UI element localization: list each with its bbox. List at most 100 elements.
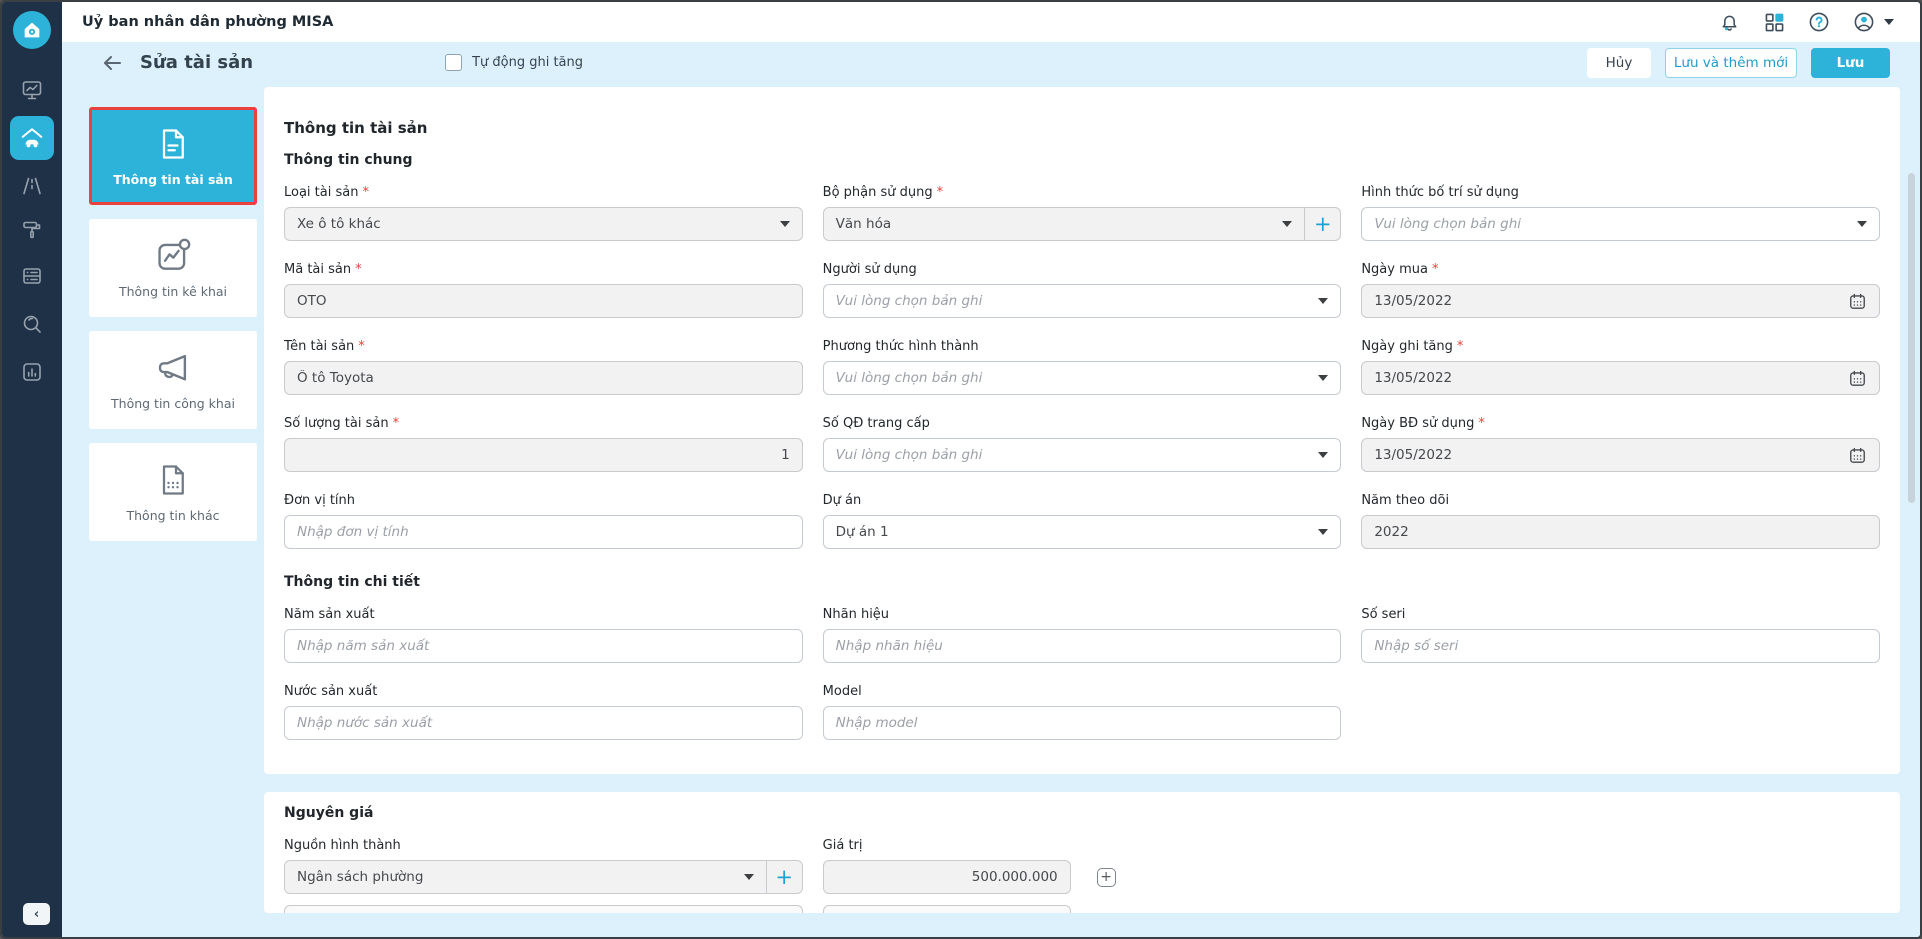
road-icon[interactable]: [20, 174, 44, 198]
chevron-down-icon: [1318, 529, 1328, 535]
field-hinh-thuc-bo-tri: Hình thức bố trí sử dụng Vui lòng chọn b…: [1361, 185, 1880, 241]
don-vi-tinh-input[interactable]: [284, 515, 803, 549]
du-an-select[interactable]: Dự án 1: [823, 515, 1342, 549]
nguoi-su-dung-select[interactable]: Vui lòng chọn bản ghi: [823, 284, 1342, 318]
content-area: Thông tin tài sản Thông tin kê khai: [62, 83, 1920, 937]
arrow-left-icon: [100, 51, 124, 75]
chevron-down-icon: [744, 874, 754, 880]
section-general-title: Thông tin chung: [284, 151, 1880, 169]
field-gia-tri: Giá trị +: [823, 838, 1880, 894]
save-button[interactable]: Lưu: [1811, 48, 1890, 78]
document-icon: [155, 125, 191, 163]
megaphone-icon: [154, 349, 192, 387]
org-name: Uỷ ban nhân dân phường MISA: [82, 14, 333, 30]
paint-roller-icon[interactable]: [20, 218, 44, 242]
so-qd-trang-cap-select[interactable]: Vui lòng chọn bản ghi: [823, 438, 1342, 472]
search-icon[interactable]: [20, 312, 44, 336]
field-ngay-bd-su-dung: Ngày BĐ sử dụng* 13/05/2022: [1361, 416, 1880, 472]
field-nguon-hinh-thanh: Nguồn hình thành Ngân sách phường +: [284, 838, 803, 894]
chevron-down-icon: [1857, 221, 1867, 227]
report-chart-icon[interactable]: [20, 360, 44, 384]
dashboard-monitor-icon[interactable]: [20, 78, 44, 102]
nguyen-gia-card: Nguyên giá Nguồn hình thành Ngân sách ph…: [264, 792, 1900, 913]
tab-thong-tin-cong-khai[interactable]: Thông tin công khai: [89, 331, 257, 429]
form-tab-rail: Thông tin tài sản Thông tin kê khai: [62, 83, 264, 937]
apps-grid-icon[interactable]: [1763, 11, 1785, 33]
field-model: Model: [823, 684, 1342, 740]
auto-increase-checkbox[interactable]: [445, 54, 462, 71]
nam-theo-doi-input[interactable]: [1361, 515, 1880, 549]
cancel-button[interactable]: Hủy: [1587, 48, 1651, 78]
so-luong-tai-san-input[interactable]: [284, 438, 803, 472]
field-ma-tai-san: Mã tài sản*: [284, 262, 803, 318]
server-icon[interactable]: [20, 264, 44, 288]
ngay-bd-su-dung-datepicker[interactable]: 13/05/2022: [1361, 438, 1880, 472]
field-don-vi-tinh: Đơn vị tính: [284, 493, 803, 549]
auto-increase-label: Tự động ghi tăng: [472, 55, 583, 70]
document-dots-icon: [155, 461, 191, 499]
partial-value-stub[interactable]: [823, 905, 1071, 913]
chevron-down-icon: [1282, 221, 1292, 227]
field-so-seri: Số seri: [1361, 607, 1880, 663]
field-so-luong-tai-san: Số lượng tài sản*: [284, 416, 803, 472]
detail-grid: Năm sản xuất Nhãn hiệu Số seri: [284, 607, 1880, 740]
add-bo-phan-button[interactable]: +: [1304, 208, 1340, 240]
chevron-left-icon: ‹: [34, 907, 39, 922]
model-input[interactable]: [823, 706, 1342, 740]
so-seri-input[interactable]: [1361, 629, 1880, 663]
caret-down-icon: [1884, 19, 1894, 25]
main-sidebar: ‹: [2, 2, 62, 937]
form-panel: Thông tin tài sản Thông tin chung Loại t…: [264, 83, 1920, 937]
panel-title: Thông tin tài sản: [284, 119, 1880, 137]
field-du-an: Dự án Dự án 1: [823, 493, 1342, 549]
add-nguon-hinh-thanh-button[interactable]: +: [766, 861, 802, 893]
calendar-icon[interactable]: [1848, 369, 1867, 388]
loai-tai-san-select[interactable]: Xe ô tô khác: [284, 207, 803, 241]
tab-thong-tin-ke-khai[interactable]: Thông tin kê khai: [89, 219, 257, 317]
hinh-thuc-bo-tri-select[interactable]: Vui lòng chọn bản ghi: [1361, 207, 1880, 241]
account-menu[interactable]: [1853, 11, 1894, 33]
scrollbar-thumb[interactable]: [1908, 173, 1915, 503]
field-ten-tai-san: Tên tài sản*: [284, 339, 803, 395]
sidebar-collapse-button[interactable]: ‹: [23, 903, 50, 925]
nam-san-xuat-input[interactable]: [284, 629, 803, 663]
help-icon[interactable]: [1808, 11, 1830, 33]
tab-thong-tin-tai-san[interactable]: Thông tin tài sản: [89, 107, 257, 205]
field-loai-tai-san: Loại tài sản* Xe ô tô khác: [284, 185, 803, 241]
field-so-qd-trang-cap: Số QĐ trang cấp Vui lòng chọn bản ghi: [823, 416, 1342, 472]
tab-thong-tin-khac[interactable]: Thông tin khác: [89, 443, 257, 541]
chevron-down-icon: [1318, 375, 1328, 381]
gia-tri-input[interactable]: [823, 860, 1071, 894]
field-ngay-ghi-tang: Ngày ghi tăng* 13/05/2022: [1361, 339, 1880, 395]
partial-select-stub[interactable]: [284, 905, 803, 913]
house-logo-icon: [21, 19, 43, 41]
section-cost-title: Nguyên giá: [284, 804, 1880, 822]
calendar-icon[interactable]: [1848, 292, 1867, 311]
save-and-new-button[interactable]: Lưu và thêm mới: [1665, 48, 1797, 78]
cost-grid: Nguồn hình thành Ngân sách phường + Giá …: [284, 838, 1880, 894]
chart-badge-icon: [154, 237, 192, 275]
ngay-ghi-tang-datepicker[interactable]: 13/05/2022: [1361, 361, 1880, 395]
tab-label: Thông tin kê khai: [119, 284, 227, 299]
nguon-hinh-thanh-select[interactable]: Ngân sách phường: [285, 861, 766, 893]
back-button[interactable]: [100, 51, 124, 75]
account-icon: [1853, 11, 1875, 33]
auto-increase-checkbox-group[interactable]: Tự động ghi tăng: [445, 54, 583, 71]
bell-icon[interactable]: [1718, 11, 1740, 33]
phuong-thuc-hinh-thanh-select[interactable]: Vui lòng chọn bản ghi: [823, 361, 1342, 395]
section-detail-title: Thông tin chi tiết: [284, 573, 1880, 591]
ngay-mua-datepicker[interactable]: 13/05/2022: [1361, 284, 1880, 318]
bo-phan-su-dung-select[interactable]: Văn hóa: [824, 208, 1305, 240]
field-nam-theo-doi: Năm theo dõi: [1361, 493, 1880, 549]
field-ngay-mua: Ngày mua* 13/05/2022: [1361, 262, 1880, 318]
tab-label: Thông tin công khai: [111, 396, 235, 411]
nuoc-san-xuat-input[interactable]: [284, 706, 803, 740]
calendar-icon[interactable]: [1848, 446, 1867, 465]
ten-tai-san-input[interactable]: [284, 361, 803, 395]
general-grid: Loại tài sản* Xe ô tô khác Bộ phận sử dụ…: [284, 185, 1880, 549]
asset-house-car-icon[interactable]: [10, 116, 54, 160]
nhan-hieu-input[interactable]: [823, 629, 1342, 663]
add-gia-tri-row-button[interactable]: +: [1097, 868, 1116, 887]
tab-label: Thông tin khác: [127, 508, 220, 523]
ma-tai-san-input[interactable]: [284, 284, 803, 318]
